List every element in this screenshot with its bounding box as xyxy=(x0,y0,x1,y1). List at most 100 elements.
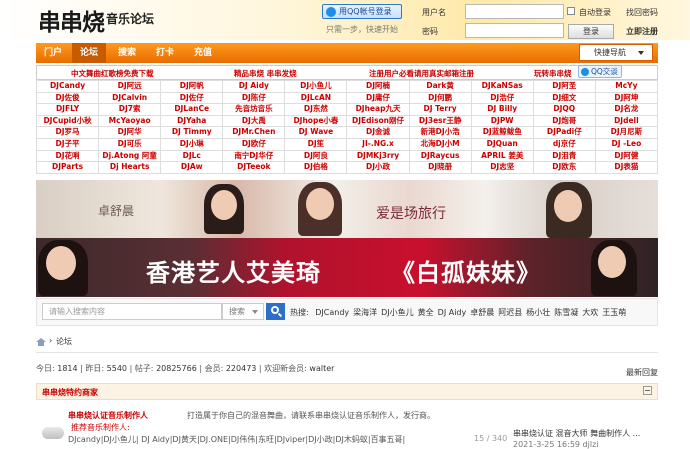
dj-link[interactable]: DJheap九天 xyxy=(347,104,410,116)
dj-link[interactable]: Dj.Atong 阿童 xyxy=(99,150,162,163)
dj-link[interactable]: Dj Hearts xyxy=(99,162,162,174)
dj-link[interactable]: DJ细文 xyxy=(533,92,596,105)
dj-link[interactable]: McYy xyxy=(595,81,658,93)
dj-link[interactable]: dj京仔 xyxy=(533,138,596,151)
hot-search-keyword[interactable]: DJ Aidy xyxy=(438,308,467,317)
dj-link[interactable]: DJPW xyxy=(471,115,534,128)
dj-link[interactable]: DJ花哨 xyxy=(37,150,100,163)
forum-name-link[interactable]: 串串烧认证音乐制作人 xyxy=(68,410,148,421)
auto-login-checkbox[interactable] xyxy=(567,7,575,15)
hot-search-keyword[interactable]: DJ小鱼儿 xyxy=(381,308,414,317)
dj-link[interactable]: DJ表猫 xyxy=(595,162,658,174)
dj-link[interactable]: DJ小鱼儿 xyxy=(285,81,348,93)
dj-link[interactable]: DJFLY xyxy=(37,104,100,116)
qq-login-button[interactable]: 用QQ帐号登录 xyxy=(322,4,402,19)
dj-link[interactable]: DJ罗马 xyxy=(37,127,100,139)
dj-link[interactable]: DJ蓝鲸鲅鱼 xyxy=(471,127,534,139)
dj-link[interactable]: DJ阿帆 xyxy=(161,81,224,93)
dj-link[interactable]: DJ欧东 xyxy=(533,162,596,174)
dj-link[interactable]: DJ东然 xyxy=(285,104,348,116)
dj-link[interactable]: DJ7索 xyxy=(99,104,162,116)
nav-checkin[interactable]: 打卡 xyxy=(148,43,182,63)
dj-link[interactable]: DJCalvin xyxy=(99,92,162,105)
dj-link[interactable]: DJ阿健 xyxy=(595,150,658,163)
dj-link[interactable]: DJ子平 xyxy=(37,138,100,151)
dj-link[interactable]: DJ小政 xyxy=(347,162,410,174)
dj-link[interactable]: DJMKj3rry xyxy=(347,150,410,163)
forum-last-post-link[interactable]: 串串烧认证 混音大师 舞曲制作人 ... xyxy=(513,428,640,439)
dj-link[interactable]: DJ志坚 xyxy=(471,162,534,174)
dj-link[interactable]: DJMr.Chen xyxy=(223,127,286,139)
hot-search-keyword[interactable]: 梁海洋 xyxy=(353,308,377,317)
dj-link[interactable]: DJRaycus xyxy=(409,150,472,163)
dj-link[interactable]: DJCupid小秋 xyxy=(37,115,100,128)
dj-link[interactable]: DJ Billy xyxy=(471,104,534,116)
search-type-select[interactable]: 搜索 xyxy=(222,303,264,320)
dj-link[interactable]: DJYaha xyxy=(161,115,224,128)
dj-link[interactable]: 新港DJ小浩 xyxy=(409,127,472,139)
category-title[interactable]: 串串烧特约商家 xyxy=(42,387,98,398)
site-logo[interactable]: 串串烧 xyxy=(38,3,105,37)
dj-link[interactable]: DJ伯格 xyxy=(285,162,348,174)
hot-search-keyword[interactable]: 阿迟县 xyxy=(498,308,522,317)
dj-link[interactable]: 先音坊音乐 xyxy=(223,104,286,116)
dj-link[interactable]: DJ晓册 xyxy=(409,162,472,174)
nav-portal[interactable]: 门户 xyxy=(36,43,70,63)
dj-link[interactable]: DJ阿坤 xyxy=(595,92,658,105)
dj-link[interactable]: DJ Aidy xyxy=(223,81,286,93)
dj-link[interactable]: DJEdison刚仔 xyxy=(347,115,410,128)
dj-link[interactable]: DJ阿远 xyxy=(99,81,162,93)
dj-link[interactable]: 北海DJ小M xyxy=(409,138,472,151)
dj-link[interactable]: DJ金诚 xyxy=(347,127,410,139)
hot-search-keyword[interactable]: 黄全 xyxy=(418,308,434,317)
dj-link[interactable]: DJ欧仔 xyxy=(223,138,286,151)
dj-link[interactable]: DJ浩仔 xyxy=(471,92,534,105)
dj-link[interactable]: DJhope小春 xyxy=(285,115,348,128)
dj-link[interactable]: DJ何鹏 xyxy=(409,92,472,105)
dj-link[interactable]: DJ可乐 xyxy=(99,138,162,151)
dj-link[interactable]: DJLanCe xyxy=(161,104,224,116)
collapse-icon[interactable] xyxy=(643,386,652,395)
notice-link[interactable]: 注册用户必看请用真实邮箱注册 xyxy=(369,68,474,79)
dj-link[interactable]: DJAw xyxy=(161,162,224,174)
hot-search-keyword[interactable]: 大欢 xyxy=(582,308,598,317)
dj-link[interactable]: DJQuan xyxy=(471,138,534,151)
dj-link[interactable]: DJ阿华 xyxy=(99,127,162,139)
dj-link[interactable]: DJ小琳 xyxy=(161,138,224,151)
dj-link[interactable]: DJLcAN xyxy=(285,92,348,105)
dj-link[interactable]: JI-.NG.x xyxy=(347,138,410,151)
dj-link[interactable]: McYaoyao xyxy=(99,115,162,128)
login-button[interactable]: 登录 xyxy=(568,24,614,39)
dj-link[interactable]: DJ庸仔 xyxy=(347,92,410,105)
dj-link[interactable]: DJ阿楠 xyxy=(347,81,410,93)
hot-search-keyword[interactable]: 卓舒晨 xyxy=(470,308,494,317)
newest-reply-link[interactable]: 最新回复 xyxy=(626,367,658,378)
password-field[interactable] xyxy=(465,23,564,38)
qq-chat-button[interactable]: QQ交谈 xyxy=(578,65,622,78)
hot-search-keyword[interactable]: 陈雪凝 xyxy=(554,308,578,317)
dj-link[interactable]: APRIL 姜美 xyxy=(471,150,534,163)
hot-search-keyword[interactable]: 王玉萌 xyxy=(602,308,626,317)
breadcrumb[interactable]: 论坛 xyxy=(56,336,72,347)
dj-link[interactable]: Dark黄 xyxy=(409,81,472,93)
dj-link[interactable]: DJ Terry xyxy=(409,104,472,116)
forum-moderator-list[interactable]: DJcandy|DJ小鱼儿| DJ Aidy|DJ黄天|DJ.ONE|DJ伟伟|… xyxy=(68,434,405,445)
nav-recharge[interactable]: 充值 xyxy=(186,43,220,63)
nav-forum[interactable]: 论坛 xyxy=(72,43,106,63)
nav-search[interactable]: 搜索 xyxy=(110,43,144,63)
hot-search-keyword[interactable]: 杨小壮 xyxy=(526,308,550,317)
dj-link[interactable]: DJParts xyxy=(37,162,100,174)
hot-search-keyword[interactable]: DJCandy xyxy=(315,308,349,317)
forgot-password-link[interactable]: 找回密码 xyxy=(626,7,658,18)
dj-link[interactable]: DJLc xyxy=(161,150,224,163)
dj-link[interactable]: DJ Wave xyxy=(285,127,348,139)
search-button[interactable] xyxy=(266,303,285,320)
dj-link[interactable]: DJ Timmy xyxy=(161,127,224,139)
username-field[interactable] xyxy=(465,4,564,19)
dj-link[interactable]: DJTeeok xyxy=(223,162,286,174)
register-link[interactable]: 立即注册 xyxy=(626,26,658,37)
dj-link[interactable]: DJKaNSas xyxy=(471,81,534,93)
dj-link[interactable]: DJ大禹 xyxy=(223,115,286,128)
dj-link[interactable]: DJQQ xyxy=(533,104,596,116)
dj-link[interactable]: DJ月尼斯 xyxy=(595,127,658,139)
